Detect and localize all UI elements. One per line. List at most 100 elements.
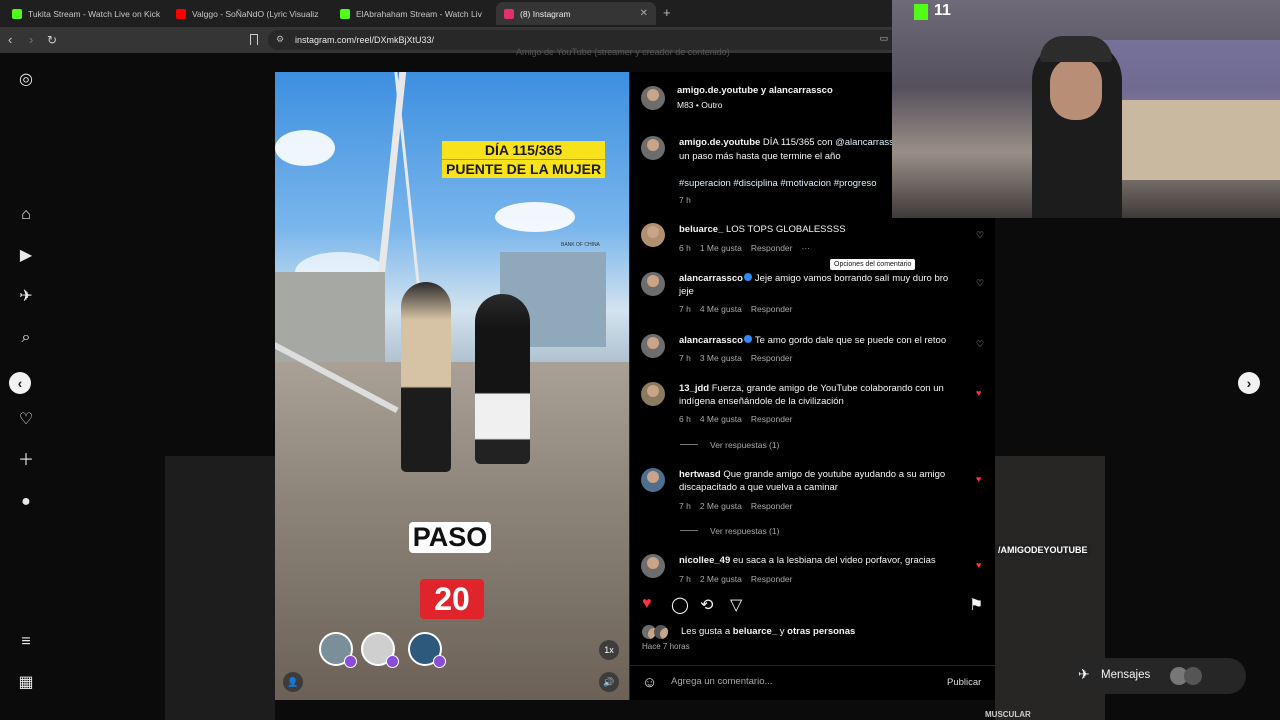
cloud	[495, 202, 575, 232]
forward-icon[interactable]: ›	[29, 32, 33, 48]
comment-likes[interactable]: 2 Me gusta	[700, 501, 742, 511]
liked-comment-icon[interactable]: ♥	[976, 474, 981, 484]
commenter-avatar[interactable]	[641, 468, 665, 492]
reply-button[interactable]: Responder	[751, 414, 793, 424]
liked-comment-icon[interactable]: ♥	[976, 388, 981, 398]
create-icon[interactable]: ＋	[17, 452, 35, 470]
apps-icon[interactable]: ▦	[17, 674, 35, 692]
tab-label: ElAbrahaham Stream - Watch Liv	[356, 8, 482, 19]
caption-line-2: PUENTE DE LA MUJER	[442, 160, 606, 178]
new-tab-button[interactable]: +	[663, 5, 671, 20]
comment-icon[interactable]: ◯	[671, 595, 689, 615]
reply-button[interactable]: Responder	[751, 574, 793, 584]
comment-meta: 6 h1 Me gusta Responder ···	[679, 243, 810, 253]
caption-user[interactable]: amigo.de.youtube	[679, 137, 760, 148]
tagged-users-icon[interactable]: 👤	[283, 672, 303, 692]
url-text[interactable]: instagram.com/reel/DXmkBjXtU33/	[295, 35, 434, 45]
author-avatar[interactable]	[641, 86, 665, 110]
reply-button[interactable]: Responder	[751, 501, 793, 511]
comment-meta: 7 h2 Me gusta Responder	[679, 574, 793, 584]
comment-text: alancarrassco Jeje amigo vamos borrando s…	[679, 273, 949, 284]
reels-icon[interactable]: ▶	[17, 247, 35, 265]
volume-icon[interactable]: 🔊	[599, 672, 619, 692]
kick-icon	[12, 8, 22, 19]
comment-text-line-2: discapacitado a que vuelva a caminar	[679, 482, 838, 493]
comment-likes[interactable]: 4 Me gusta	[700, 304, 742, 314]
notifications-icon[interactable]: ♡	[17, 411, 35, 429]
youtube-icon	[176, 8, 186, 19]
badge-icon	[386, 655, 399, 668]
building-sign: BANK OF CHINA	[561, 242, 600, 248]
profile-avatar[interactable]: ●	[17, 493, 35, 511]
mention-link[interactable]: @alancarrass	[835, 137, 894, 148]
messages-icon[interactable]: ✈	[17, 288, 35, 306]
reply-button[interactable]: Responder	[751, 353, 793, 363]
comment-likes[interactable]: 4 Me gusta	[700, 414, 742, 424]
commenter-avatar[interactable]	[641, 554, 665, 578]
comment-meta: 7 h4 Me gusta Responder	[679, 304, 793, 314]
reply-button[interactable]: Responder	[751, 304, 793, 314]
comment-text: nicollee_49 eu saca a la lesbiana del vi…	[679, 555, 936, 566]
view-replies-button[interactable]: Ver respuestas (1)	[680, 440, 779, 450]
conversation-avatar	[1184, 667, 1202, 685]
menu-icon[interactable]: ≡	[17, 633, 35, 651]
commenter-avatar[interactable]	[641, 334, 665, 358]
search-icon[interactable]: ⌕	[17, 329, 35, 347]
liked-comment-icon[interactable]: ♥	[976, 560, 981, 570]
commenter-avatar[interactable]	[641, 272, 665, 296]
comment-likes[interactable]: 3 Me gusta	[700, 353, 742, 363]
like-post-icon[interactable]: ♥	[642, 595, 652, 613]
video-caption: DÍA 115/365 PUENTE DE LA MUJER	[442, 141, 606, 179]
like-comment-icon[interactable]: ♡	[976, 230, 984, 241]
next-post-button[interactable]: ›	[1238, 372, 1260, 394]
collaborator-avatar[interactable]	[361, 632, 399, 668]
likes-summary[interactable]: Les gusta a beluarce_ y otras personas	[681, 626, 855, 637]
collaborator-avatar[interactable]	[319, 632, 357, 668]
post-song[interactable]: M83 • Outro	[677, 99, 723, 112]
comment-input[interactable]	[671, 676, 931, 687]
view-replies-button[interactable]: Ver respuestas (1)	[680, 526, 779, 536]
previous-post-button[interactable]: ‹	[9, 372, 31, 394]
bookmark-icon[interactable]	[250, 34, 258, 45]
tab-tukita[interactable]: Tukita Stream - Watch Live on Kick	[4, 2, 168, 25]
post-authors[interactable]: amigo.de.youtube y alancarrassco	[677, 84, 833, 97]
close-tab-icon[interactable]: ✕	[634, 8, 648, 19]
author-avatar[interactable]	[641, 136, 665, 160]
commenter-avatar[interactable]	[641, 223, 665, 247]
comment-likes[interactable]: 1 Me gusta	[700, 243, 742, 253]
more-options-icon[interactable]: ···	[801, 243, 810, 253]
back-icon[interactable]: ‹	[8, 32, 12, 48]
home-icon[interactable]: ⌂	[17, 206, 35, 224]
building	[275, 272, 385, 362]
badge-icon	[344, 655, 357, 668]
repost-icon[interactable]: ⟲	[700, 595, 713, 615]
publish-button[interactable]: Publicar	[947, 677, 981, 688]
comment-text: beluarce_ LOS TOPS GLOBALESSSS	[679, 224, 846, 235]
comment-likes[interactable]: 2 Me gusta	[700, 574, 742, 584]
messages-icon: ✈	[1078, 666, 1090, 682]
browser-toolbar: ‹ › ↻ ⚙ instagram.com/reel/DXmkBjXtU33/ …	[0, 27, 892, 53]
tab-valggo[interactable]: Valggo - SoÑaNdO (Lyric Visualiz	[168, 2, 332, 25]
instagram-logo-icon[interactable]: ◎	[17, 71, 35, 89]
cast-icon[interactable]: ▭	[879, 33, 888, 44]
collaborator-avatar[interactable]	[408, 632, 446, 668]
tab-instagram[interactable]: (8) Instagram ✕	[496, 2, 656, 25]
tab-elabrahaham[interactable]: ElAbrahaham Stream - Watch Liv	[332, 2, 496, 25]
reel-video[interactable]: BANK OF CHINA DÍA 115/365 PUENTE DE LA M…	[275, 72, 629, 700]
tab-label: Tukita Stream - Watch Live on Kick	[28, 8, 161, 19]
paso-label: PASO	[402, 521, 498, 553]
like-comment-icon[interactable]: ♡	[976, 339, 984, 350]
emoji-icon[interactable]: ☺	[642, 674, 657, 691]
reload-icon[interactable]: ↻	[47, 32, 57, 48]
reply-button[interactable]: Responder	[751, 243, 793, 253]
save-icon[interactable]: ⚑	[969, 595, 983, 615]
commenter-avatar[interactable]	[641, 382, 665, 406]
like-comment-icon[interactable]: ♡	[976, 278, 984, 289]
playback-speed-button[interactable]: 1x	[599, 640, 619, 660]
site-settings-icon[interactable]: ⚙	[276, 34, 284, 45]
comment-meta: 7 h2 Me gusta Responder	[679, 501, 793, 511]
background-text: Amigo de YouTube (streamer y creador de …	[516, 47, 730, 57]
messages-button[interactable]: ✈ Mensajes	[1070, 658, 1246, 694]
tooltip: Opciones del comentario	[830, 259, 916, 270]
share-icon[interactable]: ▽	[730, 595, 742, 615]
